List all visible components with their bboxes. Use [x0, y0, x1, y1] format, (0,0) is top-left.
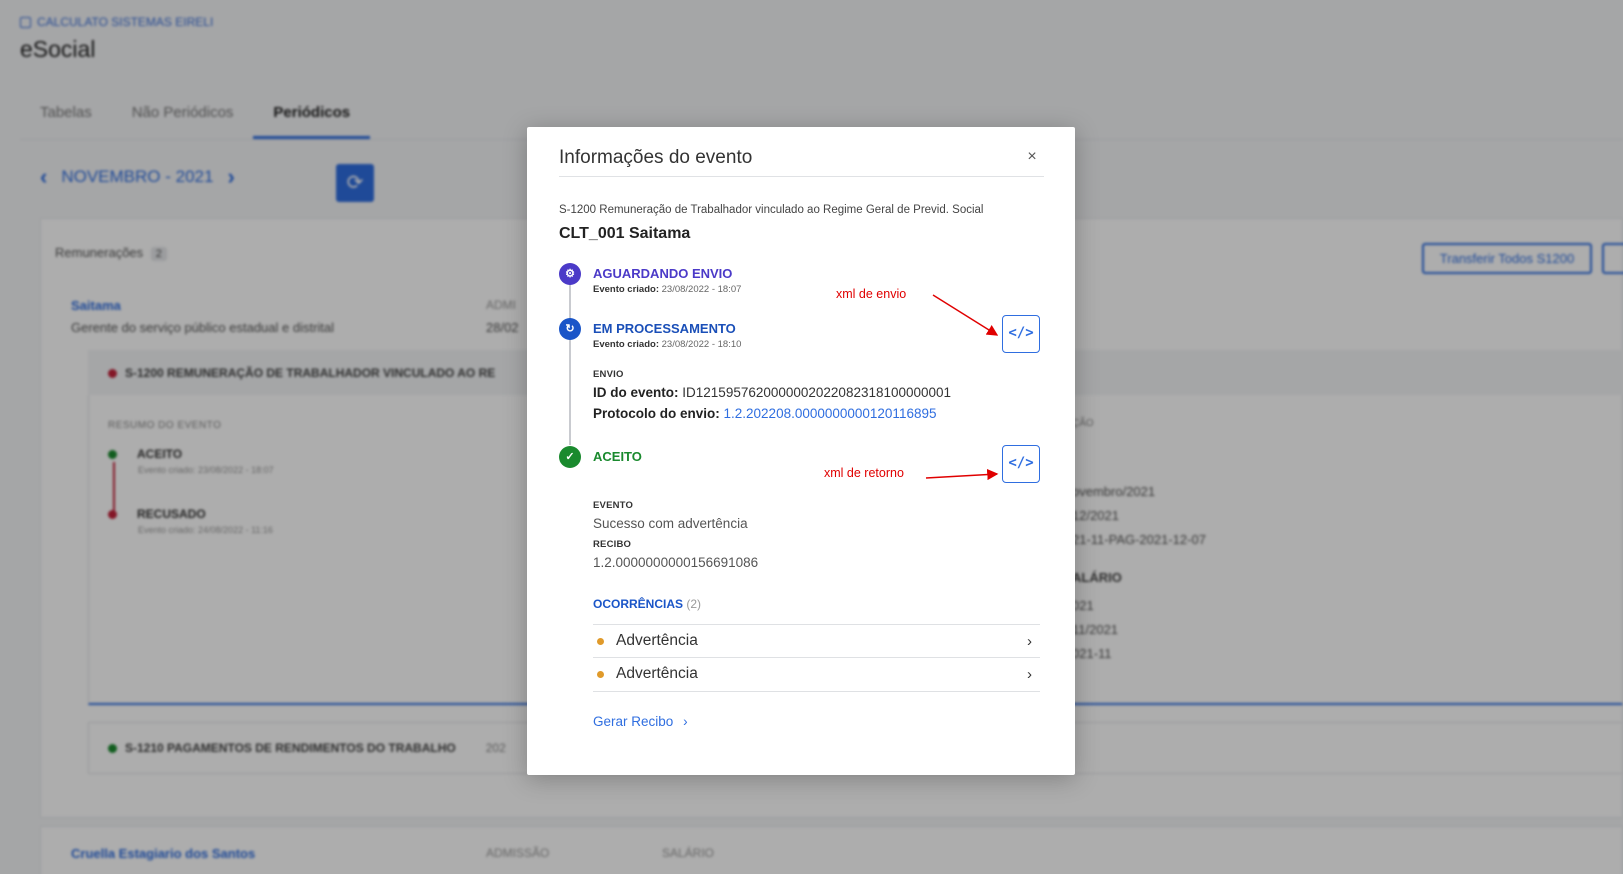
event-info-modal: Informações do evento × S-1200 Remuneraç… — [527, 127, 1075, 775]
xml-retorno-button[interactable]: </> — [1002, 445, 1040, 483]
envio-label: ENVIO — [593, 369, 624, 380]
ocorrencias-title: OCORRÊNCIAS (2) — [593, 597, 701, 611]
step-created-label: Evento criado: — [593, 284, 659, 295]
step-title-aceito: ACEITO — [593, 449, 642, 464]
check-icon: ✓ — [559, 446, 581, 468]
step-title-aguardando: AGUARDANDO ENVIO — [593, 266, 733, 281]
recibo-value: 1.2.0000000000156691086 — [593, 555, 759, 570]
ocorrencias-label: OCORRÊNCIAS — [593, 597, 684, 611]
annotation-xml-retorno: xml de retorno — [824, 466, 904, 480]
protocolo-line: Protocolo do envio: 1.2.202208.000000000… — [593, 406, 936, 421]
protocolo-link[interactable]: 1.2.202208.0000000000120116895 — [724, 406, 937, 421]
warning-dot — [597, 637, 604, 645]
ocorrencias-count: (2) — [686, 597, 702, 611]
sync-icon: ↻ — [559, 318, 581, 340]
recibo-label: RECIBO — [593, 539, 632, 550]
modal-title: Informações do evento — [559, 147, 753, 168]
worker-name: CLT_001 Saitama — [559, 225, 691, 242]
id-evento-line: ID do evento: ID121595762000000202208231… — [593, 385, 951, 400]
step-created: Evento criado: 23/08/2022 - 18:07 — [593, 284, 741, 295]
step-created: Evento criado: 23/08/2022 - 18:10 — [593, 339, 741, 350]
evento-value: Sucesso com advertência — [593, 516, 748, 531]
ocorrencias-bottom-divider — [593, 691, 1040, 692]
ocorrencia-label: Advertência — [616, 632, 698, 649]
gerar-recibo-link[interactable]: Gerar Recibo › — [593, 714, 688, 729]
step-created-label: Evento criado: — [593, 339, 659, 350]
modal-divider — [559, 176, 1044, 177]
ocorrencia-item[interactable]: Advertência › — [593, 657, 1040, 690]
evento-label: EVENTO — [593, 500, 634, 511]
step-created-value: 23/08/2022 - 18:07 — [661, 284, 742, 295]
step-title-processamento: EM PROCESSAMENTO — [593, 321, 736, 336]
protocolo-label: Protocolo do envio: — [593, 406, 720, 421]
step-created-value: 23/08/2022 - 18:10 — [661, 339, 742, 350]
gear-icon: ⚙ — [559, 263, 581, 285]
ocorrencia-item[interactable]: Advertência › — [593, 624, 1040, 657]
xml-envio-button[interactable]: </> — [1002, 315, 1040, 353]
chevron-right-icon: › — [683, 714, 688, 729]
warning-dot — [597, 670, 604, 678]
id-evento-label: ID do evento: — [593, 385, 679, 400]
timeline-line — [569, 275, 571, 445]
id-evento-value: ID1215957620000002022082318100000001 — [682, 385, 952, 400]
ocorrencia-label: Advertência — [616, 665, 698, 682]
gerar-recibo-label: Gerar Recibo — [593, 714, 674, 729]
event-description: S-1200 Remuneração de Trabalhador vincul… — [559, 204, 984, 216]
annotation-xml-envio: xml de envio — [836, 287, 907, 301]
chevron-right-icon: › — [1027, 632, 1032, 650]
close-button[interactable]: × — [1024, 149, 1040, 165]
chevron-right-icon: › — [1027, 665, 1032, 683]
